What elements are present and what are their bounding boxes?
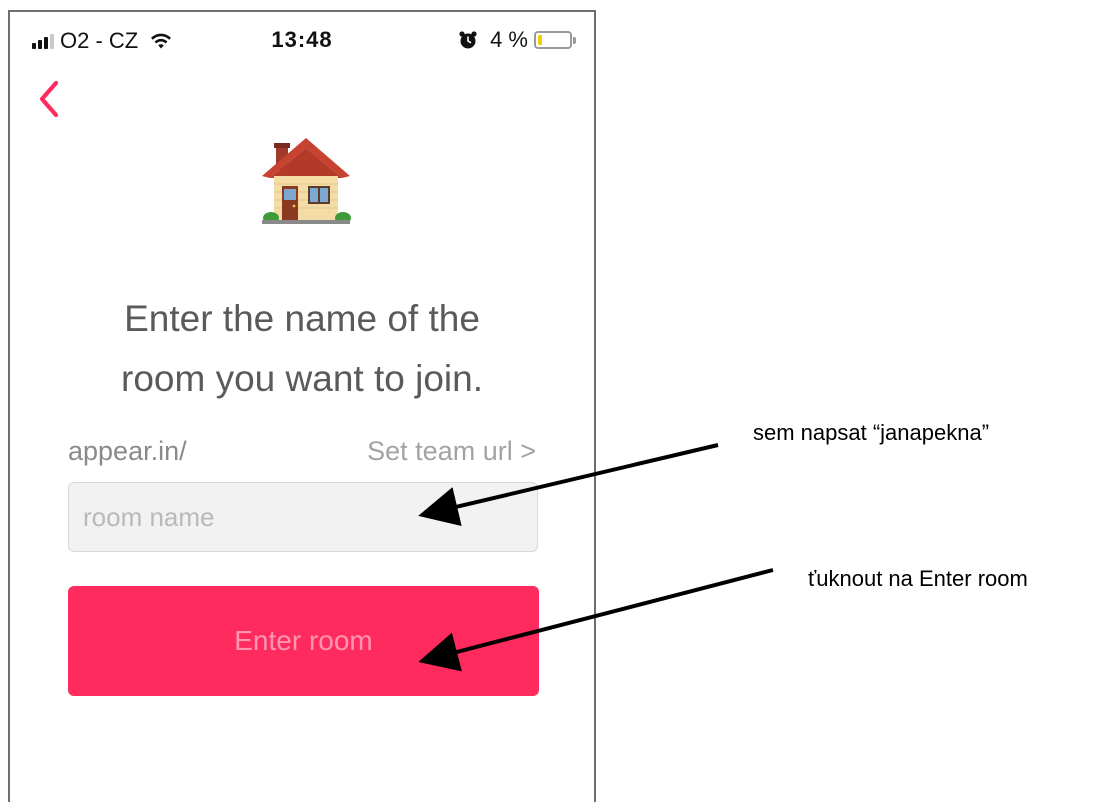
room-name-input[interactable]	[68, 482, 538, 552]
status-right: 4 %	[458, 27, 576, 53]
page-title: Enter the name of the room you want to j…	[10, 289, 594, 409]
annotation-input-note: sem napsat “janapekna”	[753, 420, 990, 445]
page: O2 - CZ 13:48 4 % Enter the name of the …	[0, 0, 1102, 802]
alarm-clock-icon	[459, 31, 477, 49]
battery-nub	[573, 36, 576, 44]
domain-prefix-label: appear.in/	[68, 436, 187, 466]
set-team-url-link[interactable]: Set team url >	[367, 436, 536, 467]
battery-icon	[534, 31, 572, 49]
chevron-left-icon[interactable]	[34, 78, 64, 120]
phone-screen: O2 - CZ 13:48 4 % Enter the name of the …	[8, 10, 596, 802]
battery-percent: 4 %	[490, 27, 528, 52]
enter-room-button[interactable]: Enter room	[68, 586, 539, 696]
headline-line-2: room you want to join.	[121, 358, 483, 399]
house-icon	[262, 138, 351, 224]
annotation-button-note: ťuknout na Enter room	[808, 566, 1028, 591]
headline-line-1: Enter the name of the	[124, 298, 480, 339]
battery-fill	[538, 35, 542, 45]
status-bar: O2 - CZ 13:48 4 %	[10, 12, 594, 70]
